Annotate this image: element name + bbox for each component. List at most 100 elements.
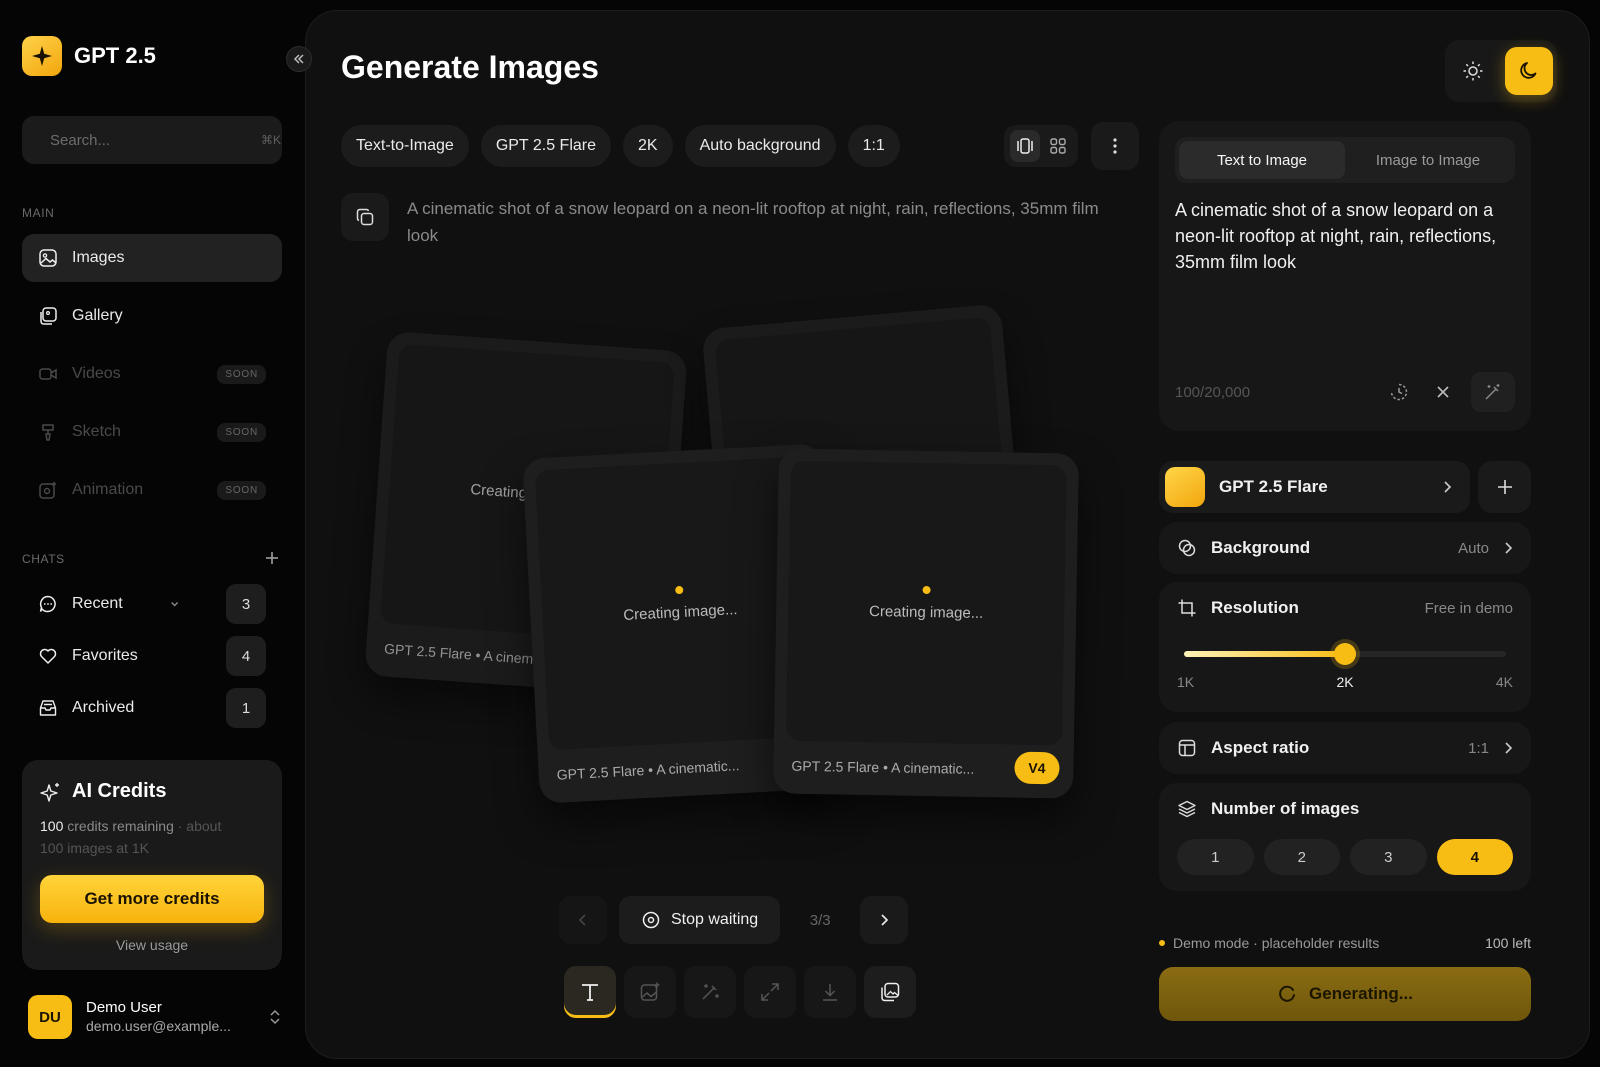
- add-model-button[interactable]: [1478, 461, 1531, 513]
- char-count: 100/20,000: [1175, 383, 1251, 401]
- credits-title: AI Credits: [40, 780, 264, 803]
- chevron-left-icon: [578, 914, 586, 926]
- credits-remaining: 100 credits remaining · about 100 images…: [40, 815, 264, 859]
- add-image-tool-button[interactable]: [624, 966, 676, 1018]
- version-badge[interactable]: V4: [1014, 751, 1060, 785]
- chat-item-recent[interactable]: Recent 3: [22, 582, 282, 626]
- resolution-option-2k[interactable]: 2K: [1336, 674, 1353, 690]
- chat-item-archived[interactable]: Archived 1: [22, 686, 282, 730]
- search-input[interactable]: [50, 131, 249, 149]
- history-button[interactable]: [1377, 372, 1421, 412]
- upscale-tool-button[interactable]: [744, 966, 796, 1018]
- user-info: Demo User demo.user@example...: [86, 998, 254, 1036]
- tool-bar: [564, 966, 916, 1018]
- chat-item-label: Favorites: [72, 647, 138, 664]
- gallery-icon: [881, 982, 900, 1002]
- stack-layers-icon: [1178, 800, 1196, 818]
- layers-swatch-icon: [1178, 539, 1196, 557]
- chip-model[interactable]: GPT 2.5 Flare: [480, 125, 611, 167]
- card-caption: GPT 2.5 Flare • A cinematic...: [791, 757, 975, 777]
- grid-view-button[interactable]: [1043, 130, 1073, 162]
- chat-item-label: Recent: [72, 595, 123, 612]
- stop-waiting-button[interactable]: Stop waiting: [619, 896, 781, 944]
- search-box: ⌘K: [22, 116, 282, 164]
- image-plus-icon: [640, 982, 660, 1001]
- user-profile[interactable]: DU Demo User demo.user@example...: [28, 994, 282, 1040]
- sidebar-item-animation: Animation SOON: [22, 466, 282, 514]
- prompt-editor-card: Text to Image Image to Image 100/20,000: [1159, 121, 1531, 431]
- user-email: demo.user@example...: [86, 1018, 231, 1034]
- enhance-prompt-button[interactable]: [1471, 372, 1515, 412]
- count-option-3[interactable]: 3: [1350, 839, 1427, 875]
- chip-aspect[interactable]: 1:1: [847, 125, 900, 167]
- get-more-credits-button[interactable]: Get more credits: [40, 875, 264, 923]
- count-option-2[interactable]: 2: [1263, 839, 1340, 875]
- credits-about-text: · about: [173, 818, 222, 834]
- next-button[interactable]: [860, 896, 909, 944]
- brand[interactable]: GPT 2.5: [22, 36, 156, 76]
- sidebar-item-label: Sketch: [72, 423, 121, 440]
- prompt-textarea[interactable]: [1175, 197, 1515, 357]
- dark-theme-button[interactable]: [1505, 47, 1553, 95]
- slider-thumb[interactable]: [1334, 643, 1356, 665]
- brand-name: GPT 2.5: [74, 43, 156, 68]
- light-theme-button[interactable]: [1449, 47, 1497, 95]
- heart-icon: [39, 648, 57, 664]
- sidebar: GPT 2.5 ⌘K MAIN Images Gallery Videos SO…: [0, 0, 312, 1067]
- resolution-slider[interactable]: [1184, 643, 1506, 665]
- gallery-tool-button[interactable]: [864, 966, 916, 1018]
- number-label: Number of images: [1211, 799, 1360, 818]
- chip-resolution[interactable]: 2K: [623, 125, 673, 167]
- edit-tool-button[interactable]: [684, 966, 736, 1018]
- chip-background[interactable]: Auto background: [684, 125, 836, 167]
- chevron-up-down-icon[interactable]: [268, 1008, 282, 1026]
- count-option-1[interactable]: 1: [1177, 839, 1254, 875]
- model-selector[interactable]: GPT 2.5 Flare: [1159, 461, 1470, 513]
- chevron-right-icon: [1444, 481, 1452, 493]
- animation-icon: [39, 482, 56, 499]
- background-setting[interactable]: Background Auto: [1159, 522, 1531, 574]
- download-tool-button[interactable]: [804, 966, 856, 1018]
- resolution-note: Free in demo: [1424, 599, 1513, 617]
- main-panel: Generate Images Text-to-Image GPT 2.5 Fl…: [305, 10, 1590, 1059]
- view-toggle: [1004, 125, 1078, 167]
- view-usage-link[interactable]: View usage: [40, 937, 264, 953]
- chevron-down-icon[interactable]: [137, 598, 212, 610]
- chat-item-favorites[interactable]: Favorites 4: [22, 634, 282, 678]
- collapse-sidebar-button[interactable]: [286, 46, 312, 72]
- resolution-option-4k[interactable]: 4K: [1496, 674, 1513, 690]
- resolution-option-1k[interactable]: 1K: [1177, 674, 1194, 690]
- chat-item-label: Archived: [72, 699, 135, 716]
- main-section-label: MAIN: [22, 206, 55, 220]
- number-row: Number of images: [1159, 783, 1531, 835]
- aspect-ratio-setting[interactable]: Aspect ratio 1:1: [1159, 722, 1531, 774]
- sidebar-item-videos: Videos SOON: [22, 350, 282, 398]
- text-tool-button[interactable]: [564, 966, 616, 1018]
- carousel-icon: [1016, 138, 1033, 154]
- chip-mode[interactable]: Text-to-Image: [341, 125, 469, 167]
- card-caption: GPT 2.5 Flare • A cinematic...: [556, 757, 740, 783]
- background-value: Auto: [1458, 539, 1489, 557]
- copy-prompt-button[interactable]: [341, 193, 389, 241]
- stack-view-button[interactable]: [1009, 130, 1040, 162]
- sidebar-item-gallery[interactable]: Gallery: [22, 292, 282, 340]
- clear-prompt-button[interactable]: [1421, 372, 1465, 412]
- add-chat-button[interactable]: [262, 548, 282, 568]
- previous-button[interactable]: [559, 896, 607, 944]
- tab-text-to-image[interactable]: Text to Image: [1179, 141, 1345, 179]
- more-options-button[interactable]: [1091, 122, 1139, 170]
- tab-image-to-image[interactable]: Image to Image: [1345, 141, 1511, 179]
- chat-count: 4: [226, 636, 266, 676]
- chevron-right-icon: [1505, 542, 1513, 554]
- close-icon: [1437, 386, 1449, 398]
- sidebar-item-label: Gallery: [72, 307, 123, 324]
- resolution-setting: Resolution Free in demo 1K 2K 4K: [1159, 582, 1531, 712]
- image-card-4[interactable]: Creating image... GPT 2.5 Flare • A cine…: [773, 448, 1079, 799]
- count-option-4[interactable]: 4: [1436, 839, 1513, 875]
- sidebar-item-images[interactable]: Images: [22, 234, 282, 282]
- background-row: Background Auto: [1159, 522, 1531, 574]
- card-status: Creating image...: [622, 600, 738, 624]
- text-icon: [582, 984, 598, 1001]
- chat-bubble-icon: [39, 595, 56, 613]
- generate-button[interactable]: Generating...: [1159, 967, 1531, 1021]
